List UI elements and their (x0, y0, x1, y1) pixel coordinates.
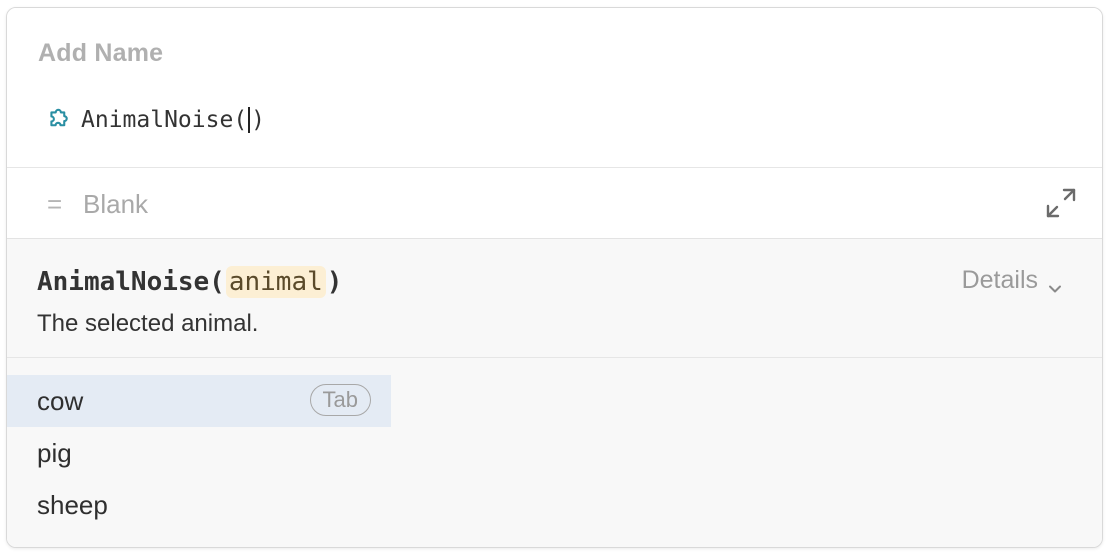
function-close: ) (326, 267, 343, 297)
result-preview: = Blank (7, 168, 1102, 238)
suggestion-item-cow[interactable]: cow Tab (7, 375, 391, 427)
suggestion-list: cow Tab pig sheep (7, 358, 1102, 547)
puzzle-icon (45, 106, 73, 134)
tab-hint-badge: Tab (309, 384, 371, 416)
formula-editor-panel: Add Name AnimalNoise() = Blank AnimalNoi… (6, 7, 1103, 548)
equals-icon: = (47, 189, 63, 219)
parameter-description: The selected animal. (37, 310, 259, 337)
parameter-highlight: animal (225, 266, 326, 298)
formula-function-text: AnimalNoise( (81, 107, 248, 133)
formula-close-paren: ) (251, 107, 266, 133)
expand-icon[interactable] (1044, 186, 1078, 220)
function-signature: AnimalNoise(animal) (37, 266, 342, 298)
suggestion-label: sheep (37, 489, 108, 520)
details-button[interactable]: Details (962, 266, 1062, 295)
name-section: Add Name AnimalNoise() (7, 8, 1102, 168)
details-label: Details (961, 266, 1038, 294)
text-caret (248, 107, 251, 133)
suggestion-item-sheep[interactable]: sheep (7, 479, 391, 531)
function-help-panel: AnimalNoise(animal) The selected animal.… (7, 239, 1102, 357)
suggestion-label: pig (37, 437, 72, 468)
suggestion-item-pig[interactable]: pig (7, 427, 391, 479)
formula-text: AnimalNoise() (81, 107, 265, 133)
add-name-field[interactable]: Add Name (38, 39, 163, 68)
result-value: Blank (83, 189, 149, 219)
function-name: AnimalNoise( (37, 267, 225, 297)
chevron-down-icon (1048, 274, 1062, 292)
suggestion-label: cow (37, 385, 84, 416)
formula-input[interactable]: AnimalNoise() (45, 104, 265, 136)
